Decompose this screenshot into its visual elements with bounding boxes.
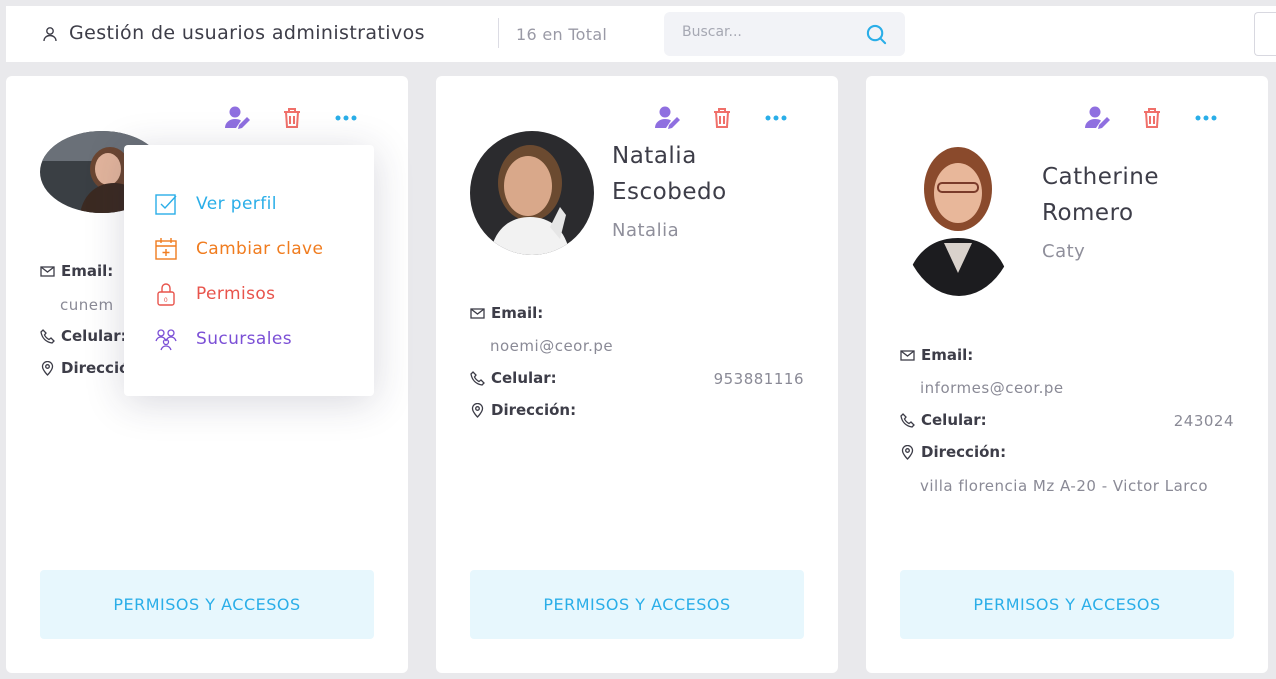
- location-pin-icon: [41, 360, 54, 376]
- more-options-button[interactable]: [1192, 104, 1220, 132]
- more-dots-icon: [1195, 115, 1217, 121]
- check-square-icon: [155, 194, 177, 215]
- card-actions: [622, 104, 787, 132]
- permissions-access-button[interactable]: PERMISOS Y ACCESOS: [40, 570, 374, 639]
- menu-item-branches[interactable]: Sucursales: [154, 325, 292, 353]
- address-value: villa florencia Mz A-20 - Victor Larco: [920, 477, 1209, 495]
- mail-icon: [470, 307, 485, 319]
- permissions-access-button[interactable]: PERMISOS Y ACCESOS: [900, 570, 1234, 639]
- more-options-button[interactable]: [332, 104, 360, 132]
- email-value: informes@ceor.pe: [920, 379, 1064, 397]
- header-action-button[interactable]: [1254, 12, 1276, 56]
- trash-icon: [1144, 108, 1160, 128]
- lock-icon: 0: [157, 283, 175, 306]
- address-label: Dirección:: [470, 401, 576, 419]
- avatar-photo: [900, 131, 1018, 296]
- edit-user-button[interactable]: [654, 104, 682, 132]
- options-dropdown-menu: Ver perfil Cambiar clave 0 Permisos Sucu…: [124, 145, 374, 396]
- avatar: [470, 131, 594, 255]
- user-edit-icon: [225, 106, 250, 129]
- more-options-button[interactable]: [762, 104, 790, 132]
- trash-icon: [714, 108, 730, 128]
- calendar-plus-icon: [155, 238, 177, 260]
- email-label: Email:: [900, 346, 973, 364]
- user-edit-icon: [1085, 106, 1110, 129]
- search-input[interactable]: [682, 24, 852, 40]
- header-divider: [498, 18, 499, 48]
- delete-user-button[interactable]: [708, 104, 736, 132]
- user-fullname: Natalia Escobedo: [612, 143, 727, 205]
- phone-icon: [40, 328, 55, 344]
- search-box: [664, 12, 905, 56]
- phone-value: 953881116: [713, 370, 804, 388]
- location-pin-icon: [901, 444, 914, 460]
- page-title: Gestión de usuarios administrativos: [69, 22, 425, 44]
- avatar-photo: [470, 131, 594, 255]
- phone-value: 243024: [1173, 412, 1234, 430]
- permissions-access-button[interactable]: PERMISOS Y ACCESOS: [470, 570, 804, 639]
- location-pin-icon: [471, 402, 484, 418]
- menu-item-change-password[interactable]: Cambiar clave: [154, 235, 323, 263]
- user-icon: [43, 27, 57, 42]
- card-actions: [192, 104, 357, 132]
- phone-label: Celular:: [900, 411, 987, 429]
- more-dots-icon: [765, 115, 787, 121]
- user-fullname: Catherine Romero: [1042, 164, 1159, 226]
- address-label: Dirección:: [900, 443, 1006, 461]
- delete-user-button[interactable]: [278, 104, 306, 132]
- top-bar: Gestión de usuarios administrativos 16 e…: [6, 6, 1276, 62]
- user-nickname: Caty: [1042, 241, 1086, 262]
- delete-user-button[interactable]: [1138, 104, 1166, 132]
- total-count: 16 en Total: [516, 25, 608, 44]
- search-icon[interactable]: [866, 24, 887, 45]
- menu-item-view-profile[interactable]: Ver perfil: [154, 190, 277, 218]
- more-dots-icon: [335, 115, 357, 121]
- phone-label: Celular:: [470, 369, 557, 387]
- edit-user-button[interactable]: [224, 104, 252, 132]
- email-label: Email:: [470, 304, 543, 322]
- email-label: Email:: [40, 262, 113, 280]
- user-card: Catherine Romero Caty Email: informes@ce…: [866, 76, 1268, 673]
- trash-icon: [284, 108, 300, 128]
- edit-user-button[interactable]: [1084, 104, 1112, 132]
- user-edit-icon: [655, 106, 680, 129]
- mail-icon: [40, 265, 55, 277]
- phone-icon: [900, 412, 915, 428]
- user-card: Natalia Escobedo Natalia Email: noemi@ce…: [436, 76, 838, 673]
- users-branch-icon: [155, 329, 177, 351]
- phone-label: Celular:: [40, 327, 127, 345]
- user-nickname: Natalia: [612, 220, 680, 241]
- mail-icon: [900, 349, 915, 361]
- svg-text:0: 0: [164, 297, 168, 304]
- email-value: noemi@ceor.pe: [490, 337, 614, 355]
- avatar: [900, 131, 1018, 296]
- menu-item-permissions[interactable]: 0 Permisos: [154, 280, 275, 308]
- card-actions: [1052, 104, 1217, 132]
- phone-icon: [470, 370, 485, 386]
